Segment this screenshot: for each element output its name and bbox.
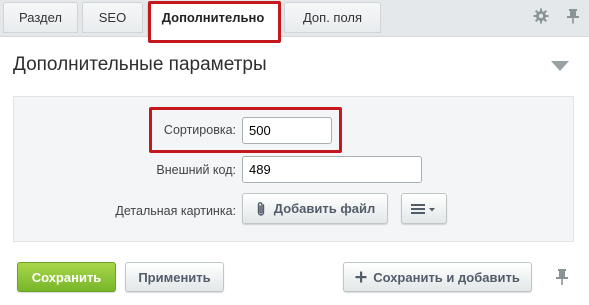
plus-icon (355, 271, 367, 283)
triangle-down-icon[interactable] (551, 61, 569, 71)
pin-icon[interactable] (555, 268, 569, 286)
sort-label: Сортировка: (163, 123, 236, 137)
gear-icon[interactable] (533, 8, 549, 24)
add-file-button[interactable]: Добавить файл (242, 193, 388, 224)
tab-additional-label: Дополнительно (161, 10, 265, 25)
paperclip-icon (257, 201, 264, 216)
tab-section[interactable]: Раздел (3, 2, 78, 33)
tab-extra-fields[interactable]: Доп. поля (284, 2, 381, 33)
section-title: Дополнительные параметры (13, 54, 267, 75)
save-and-add-button[interactable]: Сохранить и добавить (343, 262, 532, 292)
external-code-label: Внешний код: (156, 163, 236, 177)
apply-button[interactable]: Применить (125, 262, 224, 292)
save-button-label: Сохранить (31, 269, 102, 285)
tab-section-label: Раздел (19, 10, 62, 25)
tab-extra-fields-label: Доп. поля (302, 10, 363, 25)
save-button[interactable]: Сохранить (17, 262, 116, 292)
sort-input[interactable] (242, 117, 332, 144)
hamburger-menu-icon (411, 203, 435, 214)
tab-seo[interactable]: SEO (82, 2, 143, 33)
tab-additional[interactable]: Дополнительно (147, 2, 279, 38)
tab-bar: Раздел SEO Дополнительно Доп. поля (0, 0, 589, 38)
save-and-add-label: Сохранить и добавить (373, 269, 520, 285)
pin-icon[interactable] (565, 8, 581, 24)
detail-picture-label: Детальная картинка: (115, 204, 236, 218)
add-file-label: Добавить файл (273, 201, 376, 216)
tab-seo-label: SEO (98, 10, 127, 25)
external-code-input[interactable] (242, 156, 422, 183)
file-menu-button[interactable] (401, 193, 447, 224)
apply-button-label: Применить (138, 269, 211, 285)
